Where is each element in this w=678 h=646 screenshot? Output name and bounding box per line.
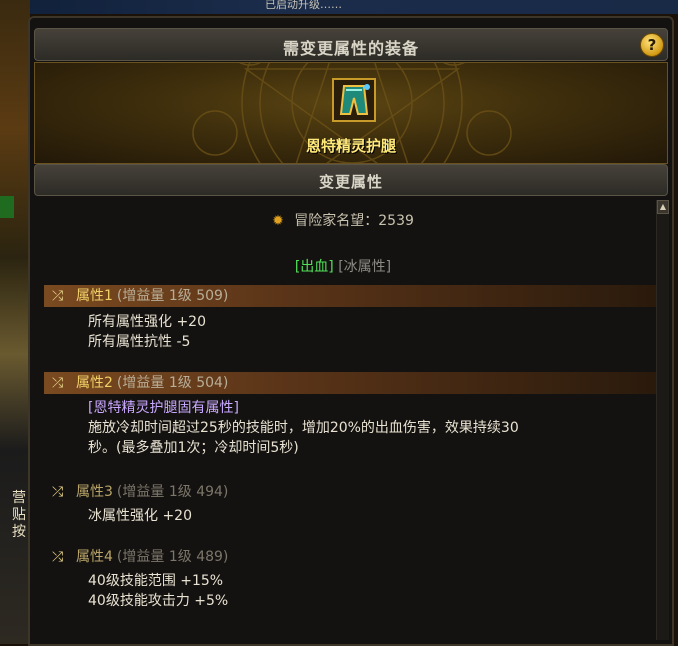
attribute-4-label: 属性4 (76, 549, 113, 565)
panel-title: 需变更属性的装备 (282, 39, 419, 58)
shuffle-icon: ⤮ (52, 484, 64, 500)
attribute-4-header[interactable]: ⤮ 属性4 (增益量 1级 489) (44, 546, 656, 568)
attribute-tags: [出血] [冰属性] (30, 256, 656, 276)
attribute-4-line-1: 40级技能范围 +15% (88, 573, 224, 589)
fame-label: 冒险家名望 (294, 213, 365, 229)
shuffle-icon: ⤮ (52, 549, 64, 565)
attribute-3-label: 属性3 (76, 484, 113, 500)
background-left-strip: 营 贴 按 (0, 0, 30, 644)
adventurer-fame: ✹ 冒险家名望：2539 (30, 210, 656, 230)
attribute-2-line-1: 施放冷却时间超过25秒的技能时，增加20%的出血伤害，效果持续30 (88, 420, 519, 436)
attribute-1-header[interactable]: ⤮ 属性1 (增益量 1级 509) (44, 285, 656, 307)
background-green-block (0, 196, 14, 218)
attribute-1-line-1: 所有属性强化 +20 (88, 314, 206, 330)
attribute-4-line-2: 40级技能攻击力 +5% (88, 593, 229, 609)
attribute-2-label: 属性2 (76, 375, 113, 391)
fame-separator: ： (364, 213, 379, 229)
leg-armor-icon (334, 80, 374, 120)
section-title: 变更属性 (318, 173, 383, 191)
help-button[interactable]: ? (640, 33, 664, 57)
attribute-2-header[interactable]: ⤮ 属性2 (增益量 1级 504) (44, 372, 656, 394)
fame-emblem-icon: ✹ (272, 213, 284, 229)
fame-value: 2539 (378, 213, 414, 229)
tag-bleed[interactable]: [出血] (295, 259, 334, 275)
attribute-3-line-1: 冰属性强化 +20 (88, 508, 192, 524)
attribute-2-fixed-note: [恩特精灵护腿固有属性] (88, 400, 239, 416)
item-name: 恩特精灵护腿 (305, 137, 396, 155)
attribute-3-header[interactable]: ⤮ 属性3 (增益量 1级 494) (44, 481, 656, 503)
attribute-1-meta: (增益量 1级 509) (116, 288, 229, 304)
attribute-3-meta: (增益量 1级 494) (116, 484, 229, 500)
left-strip-text: 营 贴 按 (12, 490, 26, 540)
scroll-up-arrow-icon[interactable]: ▲ (657, 200, 669, 214)
attribute-1-line-2: 所有属性抗性 -5 (88, 334, 191, 350)
equipment-attribute-change-panel: 需变更属性的装备 ? 恩特精灵护腿 变更属性 ▲ ✹ 冒险家名望：2539 [出… (28, 16, 674, 646)
attribute-4-meta: (增益量 1级 489) (116, 549, 229, 565)
attribute-1-label: 属性1 (76, 288, 113, 304)
tag-ice[interactable]: [冰属性] (338, 259, 391, 275)
scrollbar[interactable]: ▲ (656, 200, 669, 640)
title-bar: 需变更属性的装备 ? (34, 28, 668, 61)
top-strip-text: 已启动升级…… (265, 0, 342, 11)
equipment-display-area: 恩特精灵护腿 (34, 62, 668, 164)
background-top-strip: 已启动升级…… (0, 0, 678, 14)
shuffle-icon: ⤮ (52, 288, 64, 304)
section-header: 变更属性 (34, 164, 668, 196)
attribute-2-meta: (增益量 1级 504) (116, 375, 229, 391)
item-slot[interactable] (332, 78, 376, 122)
attribute-2-line-2: 秒。(最多叠加1次；冷却时间5秒) (88, 440, 299, 456)
shuffle-icon: ⤮ (52, 375, 64, 391)
